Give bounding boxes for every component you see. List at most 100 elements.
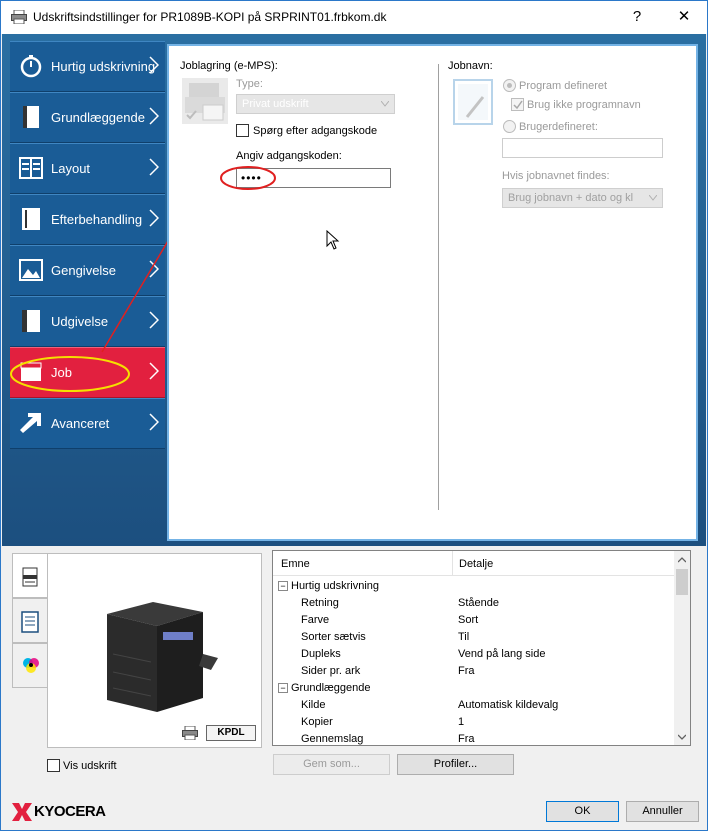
summary-row-label: Kilde [301, 699, 326, 711]
summary-row-label: Gennemslag [301, 733, 364, 745]
printer-preview: KPDL [47, 553, 262, 748]
chevron-right-icon [149, 260, 159, 278]
job-icon [20, 362, 42, 381]
sidebar-item-label: Gengivelse [51, 263, 117, 278]
user-defined-input[interactable] [502, 138, 663, 158]
sidebar-nav: Hurtig udskrivning Grundlæggende Layout … [10, 41, 165, 449]
sidebar-item-label: Layout [51, 161, 91, 176]
sidebar-item-advanced[interactable]: Avanceret [10, 398, 165, 449]
summary-row[interactable]: Kilde Automatisk kildevalg [273, 697, 675, 714]
user-defined-label: Brugerdefineret: [519, 121, 598, 133]
divider [438, 64, 439, 510]
summary-row-label: Dupleks [301, 648, 341, 660]
window-title: Udskriftsindstillinger for PR1089B-KOPI … [33, 10, 387, 24]
type-dropdown[interactable]: Privat udskrift [236, 94, 395, 114]
col-topic-header[interactable]: Emne [281, 558, 310, 570]
collapse-icon[interactable]: − [278, 581, 288, 591]
type-value: Privat udskrift [242, 98, 309, 110]
summary-group-label: Grundlæggende [291, 682, 371, 694]
program-defined-radio[interactable] [503, 79, 516, 92]
summary-row-value: Stående [458, 597, 499, 609]
collapse-icon[interactable]: − [278, 683, 288, 693]
close-button[interactable]: ✕ [674, 7, 694, 27]
summary-row[interactable]: Sorter sætvis Til [273, 629, 675, 646]
storage-icon [182, 78, 228, 124]
scroll-thumb[interactable] [676, 569, 688, 595]
summary-row-value: Vend på lang side [458, 648, 546, 660]
summary-row-label: Sorter sætvis [301, 631, 366, 643]
chevron-down-icon [381, 101, 389, 107]
chevron-right-icon [149, 362, 159, 380]
sidebar-item-label: Udgivelse [51, 314, 109, 329]
sidebar-item-publishing[interactable]: Udgivelse [10, 296, 165, 347]
no-program-name-checkbox[interactable] [511, 98, 524, 111]
ok-button[interactable]: OK [546, 801, 619, 822]
summary-row-label: Retning [301, 597, 339, 609]
ask-code-checkbox[interactable] [236, 124, 249, 137]
jobname-icon [453, 79, 493, 125]
title-bar: Udskriftsindstillinger for PR1089B-KOPI … [1, 1, 707, 34]
cancel-button[interactable]: Annuller [626, 801, 699, 822]
list-scrollbar[interactable] [674, 551, 690, 745]
summary-group-row[interactable]: − Hurtig udskrivning [273, 578, 675, 595]
summary-row[interactable]: Sider pr. ark Fra [273, 663, 675, 680]
summary-group-row[interactable]: − Grundlæggende [273, 680, 675, 697]
printer-illustration [107, 602, 218, 712]
col-detail-header[interactable]: Detalje [459, 558, 493, 570]
sidebar-item-label: Grundlæggende [51, 110, 145, 125]
scroll-up-icon[interactable] [678, 557, 686, 563]
summary-row[interactable]: Kopier 1 [273, 714, 675, 731]
user-defined-radio[interactable] [503, 120, 516, 133]
kyocera-logo-text: KYOCERA [34, 803, 106, 820]
tab-color[interactable] [12, 643, 47, 688]
help-button[interactable]: ? [627, 7, 647, 27]
finishing-icon [22, 208, 40, 230]
printer-icon [11, 10, 27, 24]
type-label: Type: [236, 78, 263, 90]
tab-page[interactable] [12, 598, 47, 643]
save-as-button[interactable]: Gem som... [273, 754, 390, 775]
tab-printer[interactable] [12, 553, 47, 598]
chevron-right-icon [149, 56, 159, 74]
jobname-label: Jobnavn: [448, 60, 493, 72]
summary-row-label: Farve [301, 614, 330, 626]
color-icon [23, 658, 39, 673]
sidebar-item-label: Efterbehandling [51, 212, 143, 227]
sidebar-item-basic[interactable]: Grundlæggende [10, 92, 165, 143]
summary-row-label: Kopier [301, 716, 333, 728]
show-print-checkbox[interactable] [47, 759, 60, 772]
program-defined-label: Program defineret [519, 80, 608, 92]
summary-row[interactable]: Retning Stående [273, 595, 675, 612]
summary-row-value: Sort [458, 614, 479, 626]
summary-row[interactable]: Farve Sort [273, 612, 675, 629]
no-program-name-label: Brug ikke programnavn [527, 99, 641, 111]
layout-icon [19, 157, 43, 179]
kyocera-logo-icon [12, 803, 32, 821]
scroll-down-icon[interactable] [678, 734, 686, 740]
stopwatch-icon [20, 55, 42, 78]
show-print-label: Vis udskrift [63, 760, 117, 772]
sidebar-item-finishing[interactable]: Efterbehandling [10, 194, 165, 245]
image-icon [19, 259, 43, 281]
arrow-icon [20, 413, 41, 433]
sidebar-item-label: Avanceret [51, 416, 110, 431]
profiles-button[interactable]: Profiler... [397, 754, 514, 775]
summary-row[interactable]: Dupleks Vend på lang side [273, 646, 675, 663]
job-settings-panel: Joblagring (e-MPS): Type: Privat udskrif… [167, 44, 698, 541]
sidebar-item-imaging[interactable]: Gengivelse [10, 245, 165, 296]
chevron-right-icon [149, 158, 159, 176]
summary-row[interactable]: Gennemslag Fra [273, 731, 675, 745]
settings-summary-list: Emne Detalje − Hurtig udskrivning Retning S… [272, 550, 691, 746]
sidebar-item-layout[interactable]: Layout [10, 143, 165, 194]
preview-tabs [12, 553, 47, 688]
chevron-right-icon [149, 413, 159, 431]
kpdl-badge: KPDL [206, 725, 256, 741]
summary-row-value: Fra [458, 733, 475, 745]
sidebar-item-job[interactable]: Job [10, 347, 165, 398]
summary-group-label: Hurtig udskrivning [291, 580, 380, 592]
settings-area: Hurtig udskrivning Grundlæggende Layout … [2, 34, 706, 546]
if-exists-dropdown[interactable]: Brug jobnavn + dato og kl [502, 188, 663, 208]
sidebar-item-label: Job [51, 365, 72, 380]
sidebar-item-quick-print[interactable]: Hurtig udskrivning [10, 41, 165, 92]
printer-small-icon [182, 726, 198, 740]
